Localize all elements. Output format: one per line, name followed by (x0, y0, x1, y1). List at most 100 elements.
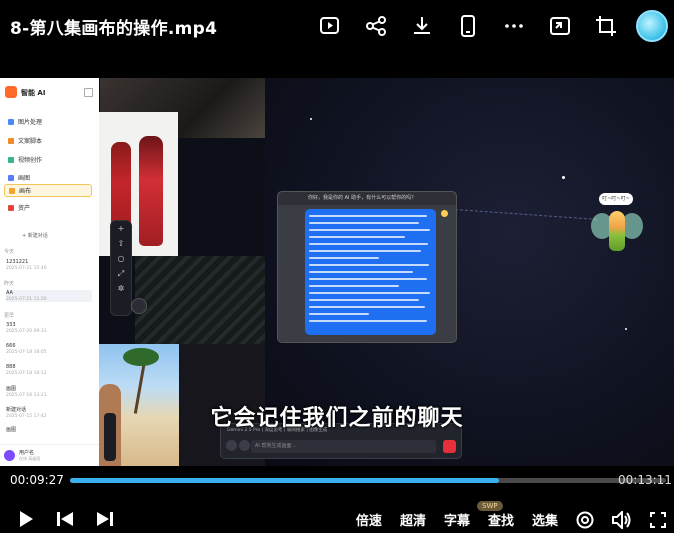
mini-play-button[interactable] (131, 298, 147, 314)
text-line (309, 292, 430, 294)
player-controls: 00:09:27 00:13:11 SWP 倍速 超清 字幕 查找 选集 (0, 466, 674, 533)
history-date: 2025-07-21 15:40 (6, 266, 47, 271)
user-name: 用户名 (19, 450, 35, 456)
script-icon (8, 137, 14, 144)
sidebar-item-label: 画布 (19, 188, 32, 195)
history-item[interactable]: 画图 2025-07-16 13:21 (6, 385, 92, 398)
title-bar: 8-第八集画布的操作.mp4 (0, 0, 674, 52)
history-item[interactable]: 888 2025-07-18 10:12 (6, 364, 92, 376)
previous-icon[interactable] (56, 511, 74, 527)
text-line (309, 264, 429, 266)
history-title: 画图 (6, 386, 17, 392)
chat-card-header: 你好，我是你的 AI 助手，有什么可以帮你的吗？ (278, 192, 456, 205)
download-icon[interactable] (406, 10, 438, 42)
history-title: AA (6, 290, 13, 296)
connect-icon[interactable]: ⤢ (111, 266, 131, 281)
search-button[interactable]: 查找 (488, 510, 514, 529)
video-subtitle: 它会记住我们之前的聊天 (210, 406, 464, 431)
fairy-speech-bubble: 叮~叮~叮~ (599, 193, 633, 205)
quality-button[interactable]: 超清 (400, 510, 426, 529)
sidebar-item-draw[interactable]: 画图 (4, 171, 92, 184)
prompt-input[interactable]: AI 帮我生成画面... (251, 440, 436, 453)
expand-icon[interactable] (239, 440, 250, 451)
sidebar-item-image[interactable]: 图片处理 (4, 115, 92, 128)
subtitles-button[interactable]: 字幕 (444, 510, 470, 529)
text-line (309, 243, 428, 245)
progress-fill (70, 478, 500, 483)
history-item[interactable]: 666 2025-07-18 16:05 (6, 343, 92, 355)
shape-icon[interactable]: ○ (111, 251, 131, 266)
section-label: 昨天 (4, 281, 15, 287)
star (310, 118, 312, 120)
user-status: 在线 高级版 (19, 456, 41, 461)
video-frame[interactable]: 智能 AI 图片处理 文案脚本 视频创作 画图 画布 资产 + 新建对话 今天 (0, 78, 674, 466)
image-icon (8, 118, 14, 125)
text-line (309, 271, 413, 273)
sidebar-item-canvas[interactable]: 画布 (4, 184, 92, 197)
add-icon[interactable]: + (111, 221, 131, 236)
draw-icon (8, 174, 14, 181)
settings-icon[interactable]: ✲ (111, 281, 131, 296)
add-attachment-icon[interactable] (226, 440, 237, 451)
player-options: 倍速 超清 字幕 查找 选集 (356, 510, 666, 529)
section-label: 今天 (4, 249, 15, 255)
history-title: 333 (6, 322, 16, 328)
text-line (309, 250, 421, 252)
play-icon[interactable] (18, 510, 34, 528)
sidebar-item-label: 图片处理 (18, 119, 43, 126)
phone-icon[interactable] (452, 10, 484, 42)
progress-bar[interactable] (70, 478, 666, 483)
text-line (309, 222, 419, 224)
next-icon[interactable] (96, 511, 114, 527)
history-title: 666 (6, 343, 16, 349)
volume-icon[interactable] (612, 510, 632, 529)
chat-card[interactable]: 你好，我是你的 AI 助手，有什么可以帮你的吗？ (277, 191, 457, 343)
fullscreen-icon[interactable] (650, 511, 666, 528)
more-icon[interactable] (498, 10, 530, 42)
play-window-icon[interactable] (314, 10, 346, 42)
app-logo-icon (5, 86, 17, 98)
history-date: 2025-07-18 10:12 (6, 371, 47, 376)
sidebar-item-label: 画图 (18, 175, 31, 182)
red-dress-figure (139, 136, 163, 246)
upload-icon[interactable]: ⇧ (111, 236, 131, 251)
text-line (309, 229, 430, 231)
episode-select-button[interactable]: 选集 (532, 510, 558, 529)
video-icon (8, 156, 14, 163)
text-line (309, 257, 379, 259)
history-item[interactable]: 333 2025-07-20 09:31 (6, 322, 92, 334)
fairy-assistant[interactable]: 叮~叮~叮~ (591, 193, 647, 273)
text-line (309, 320, 427, 322)
text-line (309, 278, 427, 280)
user-profile[interactable]: 用户名 在线 高级版 (0, 444, 99, 466)
sidebar-toggle-icon[interactable] (84, 88, 93, 97)
assets-icon (8, 204, 14, 211)
new-chat-button[interactable]: + 新建对话 (22, 232, 48, 239)
avatar[interactable] (636, 10, 668, 42)
text-line (309, 285, 399, 287)
share-icon[interactable] (360, 10, 392, 42)
history-item[interactable]: AA 2025-07-21 11:20 (6, 290, 92, 302)
sidebar-item-assets[interactable]: 资产 (4, 201, 92, 214)
target-icon[interactable] (576, 511, 594, 529)
history-date: 2025-07-18 16:05 (6, 350, 47, 355)
fairy-body (609, 211, 625, 251)
history-title: 888 (6, 364, 16, 370)
section-label: 更早 (4, 313, 15, 319)
text-line (309, 306, 425, 308)
history-date: 2025-07-20 09:31 (6, 329, 47, 334)
send-button[interactable] (443, 440, 456, 453)
canvas-toolbar: + ⇧ ○ ⤢ ✲ (110, 220, 132, 316)
sidebar-item-script[interactable]: 文案脚本 (4, 134, 92, 147)
palm-leaves (123, 348, 159, 366)
crop-icon[interactable] (590, 10, 622, 42)
current-time: 00:09:27 (10, 473, 64, 487)
sidebar-item-label: 视频创作 (18, 157, 43, 164)
canvas-icon (9, 187, 15, 194)
screen-icon[interactable] (544, 10, 576, 42)
assistant-icon (441, 210, 448, 217)
sidebar-item-label: 资产 (18, 205, 31, 212)
sidebar-item-video[interactable]: 视频创作 (4, 153, 92, 166)
history-item[interactable]: 1231221 2025-07-21 15:40 (6, 259, 92, 271)
speed-button[interactable]: 倍速 (356, 510, 382, 529)
